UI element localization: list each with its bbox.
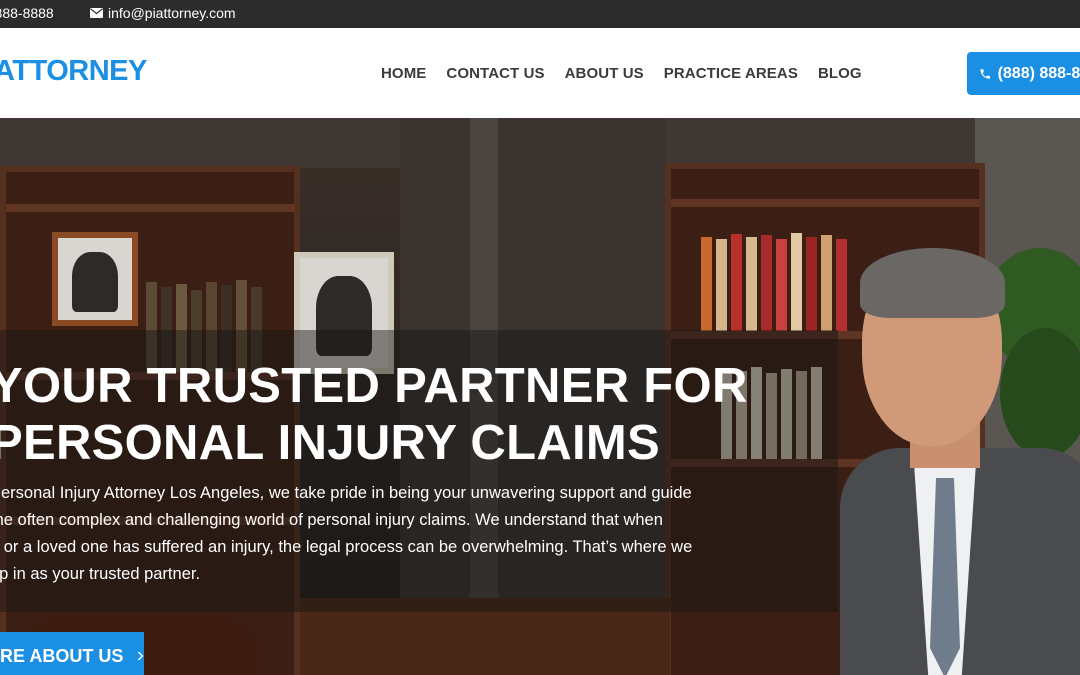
call-button-label: (888) 888-8888 [997,64,1080,82]
hero-text-line: u or a loved one has suffered an injury,… [0,538,693,556]
more-about-us-label: RE ABOUT US [0,645,124,666]
hero-text-line: ep in as your trusted partner. [0,565,201,583]
envelope-icon [90,8,103,18]
more-about-us-button[interactable]: RE ABOUT US [0,632,144,675]
hero-title: YOUR TRUSTED PARTNER FOR PERSONAL INJURY… [0,358,790,472]
phone-icon [980,68,991,79]
top-bar: ) 888-8888 info@piattorney.com [0,0,1080,28]
topbar-phone[interactable]: ) 888-8888 [0,5,54,21]
nav-practice-areas[interactable]: PRACTICE AREAS [664,65,798,82]
main-nav: HOME CONTACT US ABOUT US PRACTICE AREAS … [381,65,882,82]
logo[interactable]: ATTORNEY [0,55,147,88]
topbar-email-label: info@piattorney.com [108,5,236,21]
nav-home[interactable]: HOME [381,65,426,82]
chevron-right-icon [138,651,144,661]
call-button[interactable]: (888) 888-8888 [967,52,1080,95]
hero-text-line: Personal Injury Attorney Los Angeles, we… [0,484,692,502]
hero-title-line: PERSONAL INJURY CLAIMS [0,416,661,470]
nav-blog[interactable]: BLOG [818,65,862,82]
hero-title-line: YOUR TRUSTED PARTNER FOR [0,359,748,413]
hero-section: YOUR TRUSTED PARTNER FOR PERSONAL INJURY… [0,118,1080,675]
hero-text-line: the often complex and challenging world … [0,511,663,529]
nav-contact-us[interactable]: CONTACT US [446,65,544,82]
nav-about-us[interactable]: ABOUT US [565,65,644,82]
hero-description: Personal Injury Attorney Los Angeles, we… [0,480,820,588]
topbar-email[interactable]: info@piattorney.com [90,5,236,21]
site-header: ATTORNEY HOME CONTACT US ABOUT US PRACTI… [0,28,1080,118]
